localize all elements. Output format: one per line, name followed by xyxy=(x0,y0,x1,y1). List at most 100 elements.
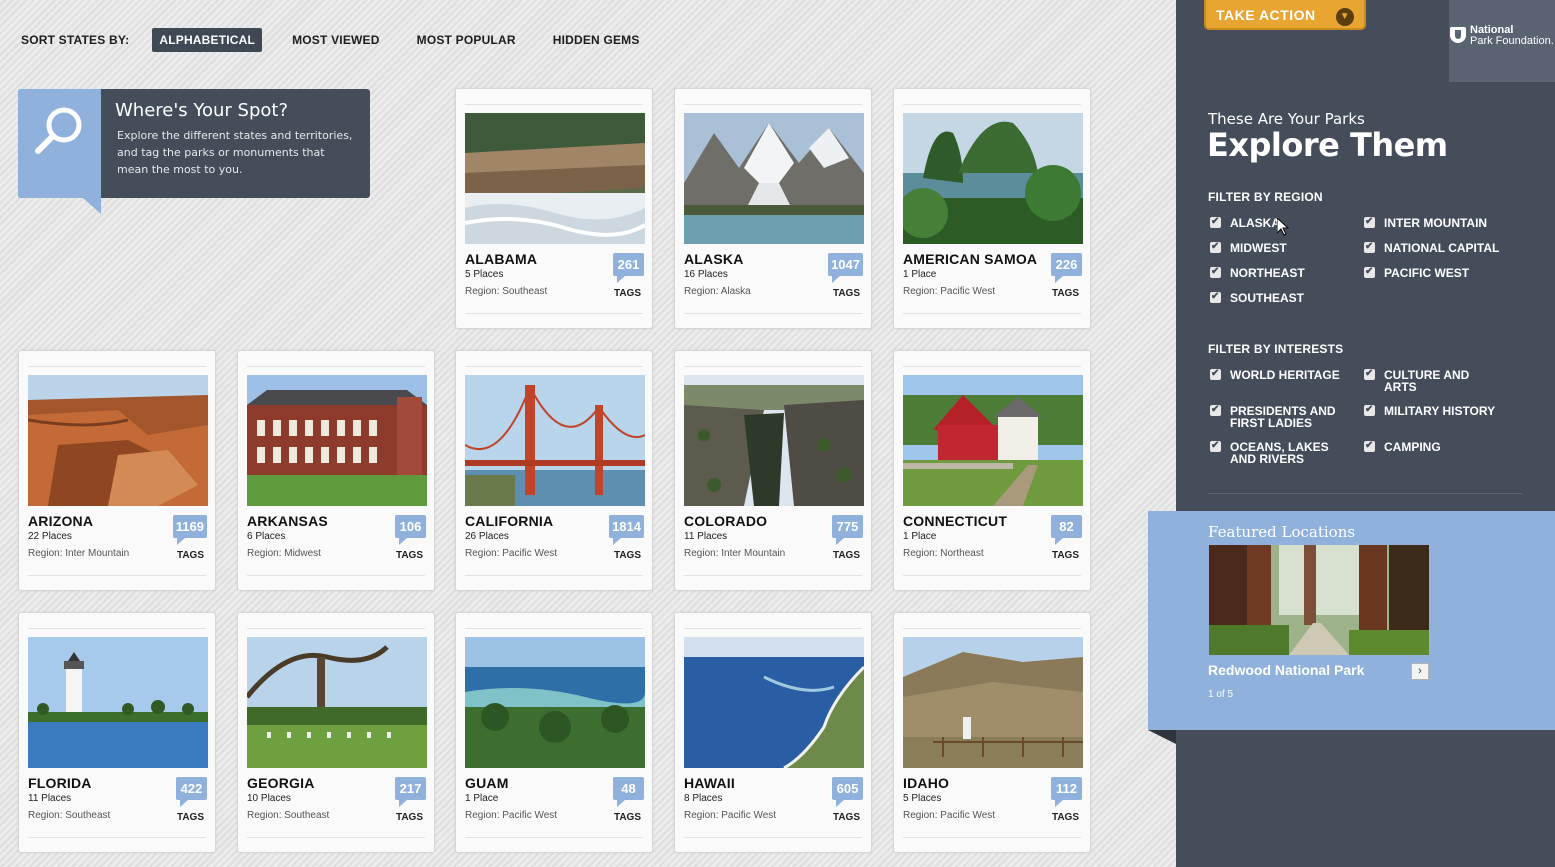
tag-count: 1169 xyxy=(175,519,204,534)
card-divider xyxy=(465,628,643,629)
filter-interest-culture-arts[interactable]: CULTURE AND ARTS xyxy=(1364,368,1484,393)
state-card-alabama[interactable]: ALABAMA 5 Places Region: Southeast 261 TAGS xyxy=(455,88,653,329)
state-name[interactable]: COLORADO xyxy=(684,513,767,529)
state-photo[interactable] xyxy=(247,637,427,768)
tag-count-badge[interactable]: 422 xyxy=(176,777,207,807)
filter-interest-oceans[interactable]: OCEANS, LAKES AND RIVERS xyxy=(1210,440,1340,465)
npf-logo[interactable]: National Park Foundation. xyxy=(1449,0,1555,82)
state-photo[interactable] xyxy=(465,637,645,768)
state-name[interactable]: FLORIDA xyxy=(28,775,92,791)
state-card-florida[interactable]: FLORIDA 11 Places Region: Southeast 422 TAGS xyxy=(18,612,216,853)
filter-interest-camping[interactable]: CAMPING xyxy=(1364,440,1441,453)
filter-interest-world-heritage[interactable]: WORLD HERITAGE xyxy=(1210,368,1340,381)
state-photo[interactable] xyxy=(247,375,427,506)
tag-count-badge[interactable]: 775 xyxy=(832,515,863,545)
featured-next-button[interactable]: › xyxy=(1411,663,1429,680)
state-card-idaho[interactable]: IDAHO 5 Places Region: Pacific West 112 TAGS xyxy=(893,612,1091,853)
state-name[interactable]: ARIZONA xyxy=(28,513,93,529)
sort-most-viewed-button[interactable]: MOST VIEWED xyxy=(285,28,387,52)
sort-alphabetical-button[interactable]: ALPHABETICAL xyxy=(152,27,263,52)
state-name[interactable]: HAWAII xyxy=(684,775,735,791)
place-count: 6 Places xyxy=(247,531,286,542)
tag-count-badge[interactable]: 1814 xyxy=(609,515,644,545)
logo-line2: Park Foundation. xyxy=(1470,35,1554,47)
state-name[interactable]: GUAM xyxy=(465,775,509,791)
tag-count: 112 xyxy=(1056,781,1077,796)
state-card-colorado[interactable]: COLORADO 11 Places Region: Inter Mountain 7… xyxy=(674,350,872,591)
state-photo[interactable] xyxy=(903,113,1083,244)
panel-divider xyxy=(1208,493,1522,494)
state-card-guam[interactable]: GUAM 1 Place Region: Pacific West 48 TAGS xyxy=(455,612,653,853)
search-icon xyxy=(35,107,82,154)
state-card-alaska[interactable]: ALASKA 16 Places Region: Alaska 1047 TAGS xyxy=(674,88,872,329)
state-photo[interactable] xyxy=(684,113,864,244)
chevron-down-icon: ▼ xyxy=(1336,8,1354,26)
state-photo[interactable] xyxy=(465,113,645,244)
card-divider xyxy=(28,837,206,838)
badge-pointer xyxy=(613,538,622,545)
state-photo[interactable] xyxy=(28,637,208,768)
tag-count-badge[interactable]: 106 xyxy=(395,515,426,545)
tag-count: 217 xyxy=(399,781,422,796)
state-photo[interactable] xyxy=(903,375,1083,506)
filter-region-southeast[interactable]: SOUTHEAST xyxy=(1210,291,1304,304)
sort-bar: SORT STATES BY: ALPHABETICAL MOST VIEWED… xyxy=(21,27,670,52)
filter-region-northeast[interactable]: NORTHEAST xyxy=(1210,266,1305,279)
state-name[interactable]: CALIFORNIA xyxy=(465,513,553,529)
state-photo[interactable] xyxy=(684,637,864,768)
state-region: Region: Alaska xyxy=(684,286,751,297)
tag-count-badge[interactable]: 48 xyxy=(613,777,644,807)
state-photo[interactable] xyxy=(903,637,1083,768)
tag-count-badge[interactable]: 82 xyxy=(1051,515,1082,545)
state-name[interactable]: GEORGIA xyxy=(247,775,315,791)
filter-region-inter-mountain[interactable]: INTER MOUNTAIN xyxy=(1364,216,1487,229)
badge-pointer xyxy=(399,538,407,545)
filter-region-midwest[interactable]: MIDWEST xyxy=(1210,241,1287,254)
state-photo[interactable] xyxy=(28,375,208,506)
state-name[interactable]: ARKANSAS xyxy=(247,513,328,529)
place-count: 1 Place xyxy=(465,793,499,804)
featured-photo[interactable] xyxy=(1209,545,1429,655)
tag-count-badge[interactable]: 217 xyxy=(395,777,426,807)
badge-pointer xyxy=(617,800,625,807)
state-name[interactable]: AMERICAN SAMOA xyxy=(903,251,1037,267)
tag-count: 106 xyxy=(399,519,422,534)
place-count: 1 Place xyxy=(903,269,937,280)
state-card-california[interactable]: CALIFORNIA 26 Places Region: Pacific West 1… xyxy=(455,350,653,591)
state-region: Region: Pacific West xyxy=(903,810,996,821)
state-name[interactable]: IDAHO xyxy=(903,775,949,791)
place-count: 5 Places xyxy=(465,269,504,280)
tag-count-badge[interactable]: 226 xyxy=(1051,253,1082,283)
state-name[interactable]: ALABAMA xyxy=(465,251,537,267)
tag-count-badge[interactable]: 1169 xyxy=(172,515,207,545)
state-card-american-samoa[interactable]: AMERICAN SAMOA 1 Place Region: Pacific Wes… xyxy=(893,88,1091,329)
take-action-button[interactable]: TAKE ACTION ▼ xyxy=(1204,0,1366,30)
featured-location-name[interactable]: Redwood National Park xyxy=(1208,662,1364,678)
tag-count-badge[interactable]: 1047 xyxy=(828,253,863,283)
filter-label: PACIFIC WEST xyxy=(1384,266,1470,280)
state-card-georgia[interactable]: GEORGIA 10 Places Region: Southeast 217 TAGS xyxy=(237,612,435,853)
tag-count-badge[interactable]: 605 xyxy=(832,777,863,807)
filter-region-pacific-west[interactable]: PACIFIC WEST xyxy=(1364,266,1470,280)
state-photo[interactable] xyxy=(684,375,864,506)
state-region: Region: Pacific West xyxy=(465,810,558,821)
tag-count-badge[interactable]: 112 xyxy=(1051,777,1082,807)
state-region: Region: Northeast xyxy=(903,548,984,559)
filter-region-alaska[interactable]: ALASKA xyxy=(1210,216,1280,229)
state-name[interactable]: ALASKA xyxy=(684,251,744,267)
state-card-connecticut[interactable]: CONNECTICUT 1 Place Region: Northeast 82 TAG… xyxy=(893,350,1091,591)
state-card-arkansas[interactable]: ARKANSAS 6 Places Region: Midwest 106 TAGS xyxy=(237,350,435,591)
card-divider xyxy=(903,366,1081,367)
state-photo[interactable] xyxy=(465,375,645,506)
state-card-arizona[interactable]: ARIZONA 22 Places Region: Inter Mountain 11… xyxy=(18,350,216,591)
tag-count-badge[interactable]: 261 xyxy=(613,253,644,283)
check-icon xyxy=(1210,440,1221,452)
filter-region-national-capital[interactable]: NATIONAL CAPITAL xyxy=(1364,241,1500,255)
filter-interest-military-history[interactable]: MILITARY HISTORY xyxy=(1364,404,1495,417)
filter-label: NATIONAL CAPITAL xyxy=(1384,241,1500,255)
state-name[interactable]: CONNECTICUT xyxy=(903,513,1007,529)
state-card-hawaii[interactable]: HAWAII 8 Places Region: Pacific West 605 TAG… xyxy=(674,612,872,853)
sort-hidden-gems-button[interactable]: HIDDEN GEMS xyxy=(546,28,647,52)
filter-interest-presidents[interactable]: PRESIDENTS AND FIRST LADIES xyxy=(1210,404,1345,429)
sort-most-popular-button[interactable]: MOST POPULAR xyxy=(410,28,523,52)
